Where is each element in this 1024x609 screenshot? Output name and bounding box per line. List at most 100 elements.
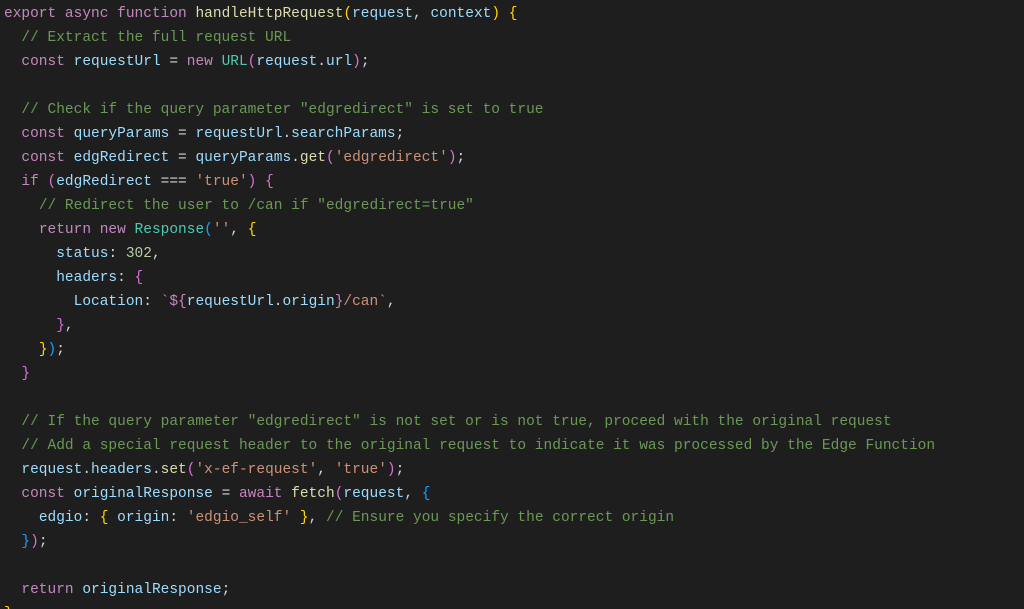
code-token: , [230,222,247,238]
code-token: { [265,174,274,190]
code-token: { [135,270,144,286]
code-token: 302 [126,246,152,262]
code-token [213,54,222,70]
code-token: queryParams [74,126,170,142]
code-token [56,6,65,22]
code-token: originalResponse [74,486,213,502]
code-token: return [21,582,73,598]
code-token: await [239,486,283,502]
code-token: origin [117,510,169,526]
code-token: , [309,510,326,526]
code-token: 'true' [335,462,387,478]
code-token: edgio [39,510,83,526]
code-token: request [256,54,317,70]
code-token: requestUrl [195,126,282,142]
code-token: const [21,54,65,70]
code-token: // Check if the query parameter "edgredi… [21,102,543,118]
code-token: : [143,294,160,310]
code-token: . [152,462,161,478]
code-token: originalResponse [82,582,221,598]
code-token: Response [135,222,205,238]
code-token: , [387,294,396,310]
code-token: url [326,54,352,70]
code-token: URL [222,54,248,70]
code-token: async [65,6,109,22]
code-token: const [21,150,65,166]
code-token: headers [91,462,152,478]
code-token: 'edgio_self' [187,510,291,526]
code-token: { [422,486,431,502]
code-token: } [39,342,48,358]
code-token [65,126,74,142]
code-token: ; [56,342,65,358]
code-token: edgRedirect [56,174,152,190]
code-token: request [352,6,413,22]
code-token: ) [448,150,457,166]
code-token: export [4,6,56,22]
code-token: . [291,150,300,166]
code-token: ) [30,534,39,550]
code-token: ; [457,150,466,166]
code-token: , [317,462,334,478]
code-token: requestUrl [187,294,274,310]
code-token: // Extract the full request URL [21,30,291,46]
code-token: const [21,126,65,142]
code-token: ; [39,534,48,550]
code-token: { [248,222,257,238]
code-token [65,150,74,166]
code-token: . [282,126,291,142]
code-token [291,510,300,526]
code-token [282,486,291,502]
code-token: fetch [291,486,335,502]
code-token: ) [491,6,500,22]
code-token [39,174,48,190]
code-token: ; [396,126,405,142]
code-token: request [21,462,82,478]
code-token: set [161,462,187,478]
code-token: , [413,6,430,22]
code-token: , [404,486,421,502]
code-token: queryParams [195,150,291,166]
code-token: : [108,246,125,262]
code-token: === [161,174,187,190]
code-token [108,510,117,526]
code-token [65,54,74,70]
code-token: ( [343,6,352,22]
code-token: } [56,318,65,334]
code-token: status [56,246,108,262]
code-token: ) [48,342,57,358]
code-token: 'true' [195,174,247,190]
code-token: origin [282,294,334,310]
code-token: = [178,150,187,166]
code-token: new [187,54,213,70]
code-token: /can` [343,294,387,310]
code-token: // Ensure you specify the correct origin [326,510,674,526]
code-token [169,126,178,142]
code-token: ( [204,222,213,238]
code-editor: export async function handleHttpRequest(… [0,0,1024,609]
code-token: } [21,366,30,382]
code-token: } [21,534,30,550]
code-token: = [222,486,231,502]
code-token: } [300,510,309,526]
code-token: get [300,150,326,166]
code-token: const [21,486,65,502]
code-token: 'edgredirect' [335,150,448,166]
code-token [126,222,135,238]
code-token: // Add a special request header to the o… [21,438,935,454]
code-token: ${ [169,294,186,310]
code-token: , [152,246,161,262]
code-token [256,174,265,190]
code-token: { [509,6,518,22]
code-token: . [317,54,326,70]
code-token: edgRedirect [74,150,170,166]
code-token: . [82,462,91,478]
code-token [500,6,509,22]
code-token: request [343,486,404,502]
code-token: 'x-ef-request' [195,462,317,478]
code-token: if [21,174,38,190]
code-token: = [178,126,187,142]
code-token: return [39,222,91,238]
code-token: '' [213,222,230,238]
code-token: handleHttpRequest [195,6,343,22]
